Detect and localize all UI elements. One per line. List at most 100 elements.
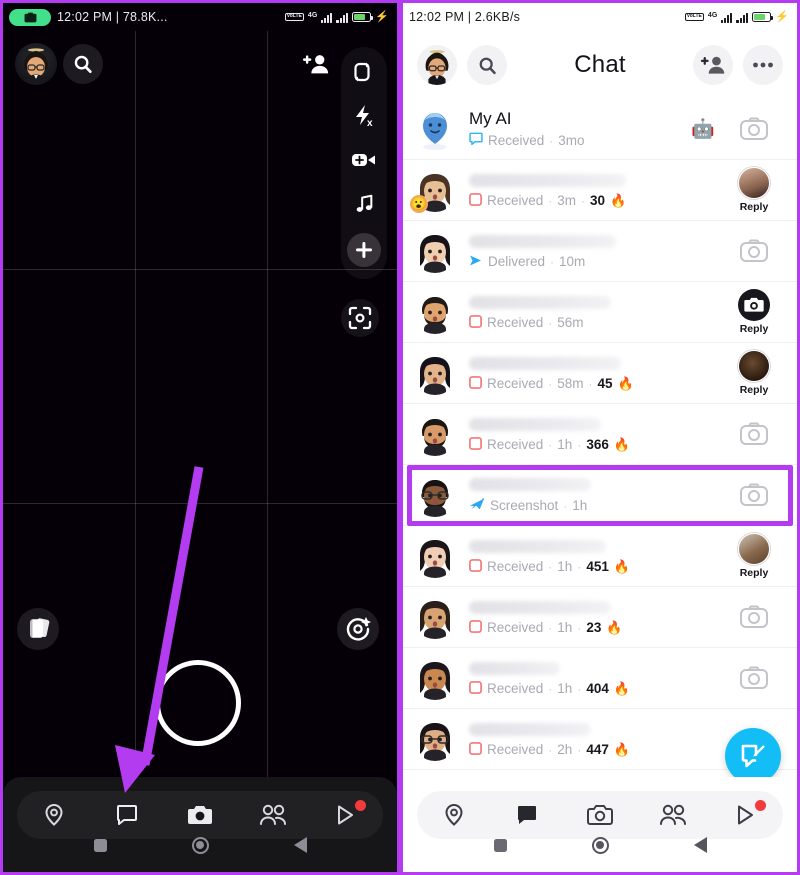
chat-row-avatar[interactable] (413, 534, 457, 578)
chat-row-action[interactable] (723, 236, 785, 266)
sounds-button[interactable] (349, 189, 379, 219)
chat-row-action[interactable]: Reply (723, 533, 785, 579)
back-button[interactable] (293, 837, 307, 853)
profile-bitmoji-button[interactable] (15, 43, 57, 85)
profile-bitmoji-button[interactable] (417, 45, 457, 85)
separator-dot: · (548, 315, 553, 330)
camera-outline-icon[interactable] (739, 419, 769, 449)
reply-avatar[interactable] (738, 533, 770, 565)
chat-row-name: My AI (469, 109, 512, 128)
chat-row-avatar[interactable] (413, 473, 457, 517)
status-icon (469, 680, 482, 697)
streak-count: 451 (586, 559, 609, 574)
add-friend-button[interactable] (693, 45, 733, 85)
chat-row[interactable]: Received · 56m Reply (403, 282, 797, 343)
separator-dot: · (549, 133, 554, 148)
timestamp: 56m (557, 315, 584, 330)
chat-row-name-blurred (469, 295, 612, 309)
chat-row[interactable]: Received · 1h · 366 🔥 (403, 404, 797, 465)
chat-row[interactable]: Received · 1h · 404 🔥 (403, 648, 797, 709)
chat-row[interactable]: My AI Received · 3mo 🤖 (403, 99, 797, 160)
chat-row-action[interactable]: Reply (723, 350, 785, 396)
reply-avatar[interactable] (738, 167, 770, 199)
chat-row-name-blurred (469, 539, 607, 553)
separator-dot: · (550, 254, 555, 269)
new-chat-fab[interactable] (725, 728, 781, 784)
add-friend-icon (302, 55, 329, 74)
chat-row[interactable]: Screenshot · 1h (403, 465, 797, 526)
add-friend-button[interactable] (296, 44, 336, 84)
search-button[interactable] (63, 44, 103, 84)
chat-row-action[interactable] (723, 114, 785, 144)
shutter-button[interactable] (155, 660, 241, 746)
chat-row-avatar[interactable] (413, 656, 457, 700)
chat-row-action[interactable] (723, 480, 785, 510)
flame-icon: 🔥 (613, 436, 631, 452)
camera-outline-icon[interactable] (739, 236, 769, 266)
chat-row[interactable]: 😮 Received · 3m · 30 🔥 Reply (403, 160, 797, 221)
chat-row[interactable]: Received · 58m · 45 🔥 Reply (403, 343, 797, 404)
camera-viewfinder[interactable]: x (3, 31, 397, 872)
chat-row-avatar[interactable] (413, 290, 457, 334)
status-label: Received (487, 742, 544, 757)
chat-row-action[interactable] (723, 663, 785, 693)
chat-row[interactable]: Delivered · 10m (403, 221, 797, 282)
chat-row-avatar[interactable] (413, 229, 457, 273)
night-mode-button[interactable] (349, 145, 379, 175)
status-icon (469, 741, 482, 758)
chat-row-action[interactable]: Reply (723, 167, 785, 213)
camera-outline-icon[interactable] (739, 663, 769, 693)
chat-row-avatar[interactable] (413, 717, 457, 761)
status-label: Received (487, 681, 544, 696)
camera-outline-icon[interactable] (739, 480, 769, 510)
lens-explore-button[interactable] (337, 608, 379, 650)
chat-row-avatar[interactable] (413, 412, 457, 456)
chat-row-action[interactable]: Reply (723, 289, 785, 335)
chat-row[interactable]: Received · 1h · 451 🔥 Reply (403, 526, 797, 587)
chat-header: Chat (403, 31, 797, 99)
chat-row-name-blurred (469, 417, 602, 431)
page-title: Chat (574, 51, 626, 78)
grid-line-h1 (3, 269, 397, 270)
chat-row-action[interactable] (723, 602, 785, 632)
search-button[interactable] (467, 45, 507, 85)
flash-off-button[interactable]: x (349, 101, 379, 131)
camera-filled-icon[interactable] (738, 289, 770, 321)
chat-bubble-icon (517, 806, 536, 824)
map-pin-icon (445, 803, 463, 826)
camera-outline-icon[interactable] (739, 114, 769, 144)
home-button[interactable] (191, 836, 209, 854)
camera-outline-icon[interactable] (739, 602, 769, 632)
chat-row-avatar[interactable] (413, 107, 457, 151)
chat-row-action[interactable] (723, 419, 785, 449)
more-options-button[interactable] (743, 45, 783, 85)
streak-count: 366 (586, 437, 609, 452)
streak-count: 30 (590, 193, 606, 208)
recents-button[interactable] (493, 838, 507, 852)
chat-row-name-blurred (469, 600, 612, 614)
right-status-bar: 12:02 PM | 2.6KB/s VoLTE 4G ⚡ (403, 3, 797, 31)
chat-row-avatar[interactable]: 😮 (410, 168, 457, 213)
status-label: Received (487, 620, 544, 635)
flame-icon: 🔥 (613, 558, 631, 574)
memories-button[interactable] (17, 608, 59, 650)
home-button[interactable] (591, 836, 609, 854)
lens-explore-icon (346, 617, 371, 641)
scan-button[interactable] (341, 299, 379, 337)
chat-row-status: Received · 2h · 447 🔥 (469, 742, 723, 758)
chat-row[interactable]: Received · 1h · 23 🔥 (403, 587, 797, 648)
timestamp: 1h (557, 620, 573, 635)
chat-row-avatar[interactable] (413, 595, 457, 639)
chat-row-content: Received · 1h · 23 🔥 (457, 599, 723, 636)
signal-bars-icon-1 (720, 12, 733, 23)
recents-button[interactable] (93, 838, 107, 852)
reply-avatar[interactable] (738, 350, 770, 382)
flip-camera-button[interactable] (349, 57, 379, 87)
friendmoji-badge: 😮 (410, 195, 428, 213)
chat-row-content: Received · 1h · 366 🔥 (457, 416, 723, 453)
more-tools-button[interactable] (347, 233, 381, 267)
chat-row-content: Delivered · 10m (457, 233, 723, 270)
volte-icon: VoLTE (684, 12, 704, 22)
back-button[interactable] (693, 837, 707, 853)
chat-row-avatar[interactable] (413, 351, 457, 395)
